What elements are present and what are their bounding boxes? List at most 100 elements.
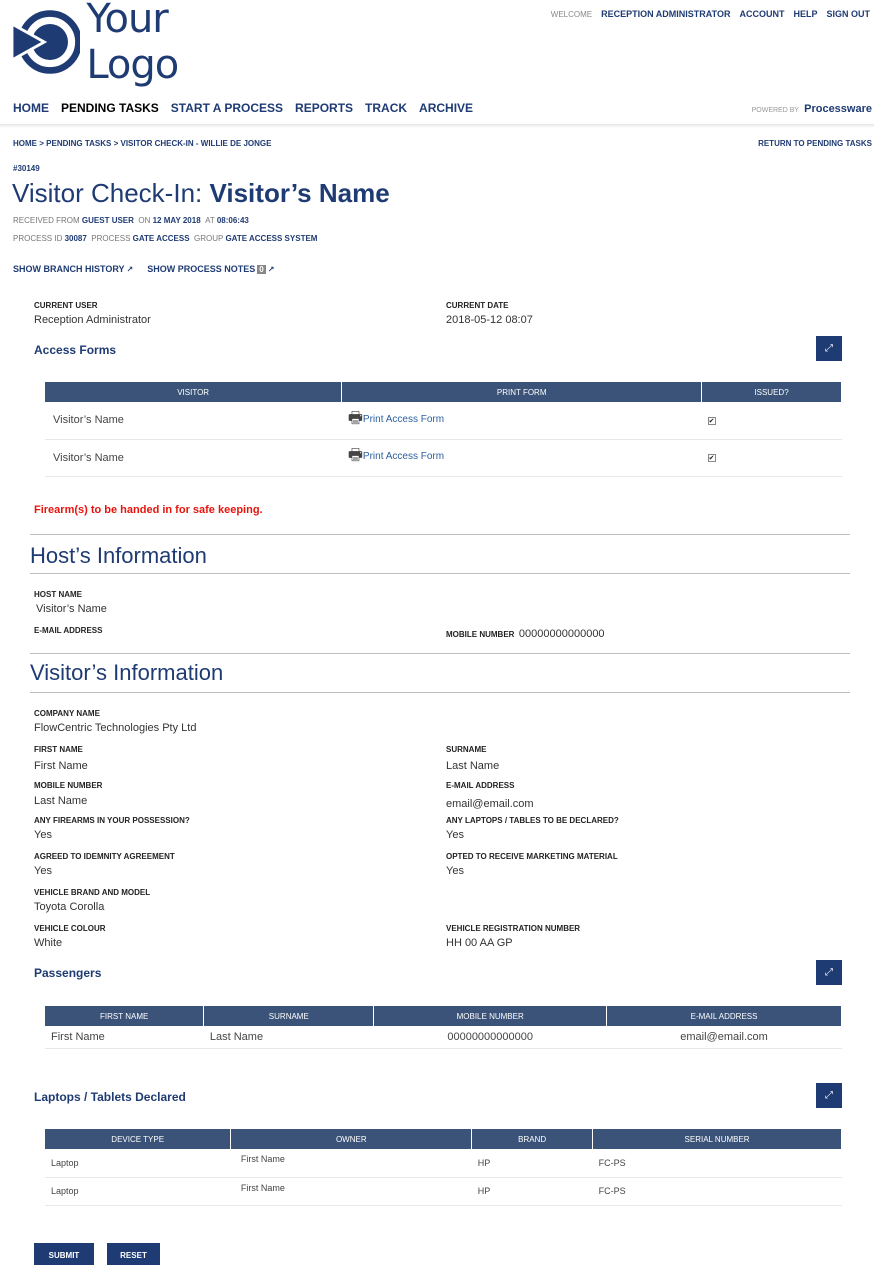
powered-by-label: POWERED BY xyxy=(751,107,800,114)
passenger-first-name-cell: First Name xyxy=(45,1026,204,1049)
column-header: MOBILE NUMBER xyxy=(373,1006,608,1026)
indemnity-label: AGREED TO IDEMNITY AGREEMENT xyxy=(34,852,175,861)
printer-icon: 🖶 xyxy=(347,409,363,427)
column-header: BRAND xyxy=(471,1129,594,1149)
firearms-value: Yes xyxy=(34,829,52,841)
top-bar: WELCOME RECEPTION ADMINISTRATOR ACCOUNT … xyxy=(551,9,870,19)
host-name-label: HOST NAME xyxy=(34,590,82,599)
column-header: DEVICE TYPE xyxy=(45,1129,232,1149)
column-header: SURNAME xyxy=(203,1006,375,1026)
vehicle-colour-label: VEHICLE COLOUR xyxy=(34,924,106,933)
laptops-declared-label: ANY LAPTOPS / TABLES TO BE DECLARED? xyxy=(446,816,619,825)
company-name-value: FlowCentric Technologies Pty Ltd xyxy=(34,722,197,734)
serial-number-cell: FC-PS xyxy=(592,1149,842,1178)
play-circle-icon xyxy=(12,10,81,74)
nav-track[interactable]: TRACK xyxy=(365,101,407,115)
column-header: E-MAIL ADDRESS xyxy=(606,1006,842,1026)
sign-out-link[interactable]: SIGN OUT xyxy=(826,9,870,19)
issued-checkbox[interactable]: ✔ xyxy=(707,416,716,425)
external-link-icon: ↗ xyxy=(267,265,275,274)
notes-count-badge: 0 xyxy=(257,265,266,274)
divider xyxy=(30,534,850,535)
return-to-pending-tasks-link[interactable]: RETURN TO PENDING TASKS xyxy=(758,139,872,148)
passenger-surname-cell: Last Name xyxy=(203,1026,374,1049)
reset-button[interactable]: RESET xyxy=(107,1243,160,1265)
host-mobile-label: MOBILE NUMBER xyxy=(446,630,515,639)
first-name-value: First Name xyxy=(34,760,88,772)
main-nav: HOME PENDING TASKS START A PROCESS REPOR… xyxy=(13,101,473,115)
first-name-label: FIRST NAME xyxy=(34,745,83,754)
passengers-title: Passengers xyxy=(34,966,102,980)
column-header: VISITOR xyxy=(45,382,343,402)
visitor-cell: Visitor’s Name xyxy=(45,402,342,440)
expand-passengers-button[interactable]: ⤢ xyxy=(816,960,842,985)
issued-checkbox[interactable]: ✔ xyxy=(707,454,716,462)
breadcrumb-home[interactable]: HOME xyxy=(13,139,37,148)
breadcrumb-current: VISITOR CHECK-IN - WILLIE DE JONGE xyxy=(120,139,272,148)
group-value: GATE ACCESS SYSTEM xyxy=(225,234,318,243)
process-id-label: PROCESS ID xyxy=(13,234,63,243)
nav-reports[interactable]: REPORTS xyxy=(295,101,353,115)
nav-archive[interactable]: ARCHIVE xyxy=(419,101,473,115)
task-links: SHOW BRANCH HISTORY ↗ SHOW PROCESS NOTES 0… xyxy=(13,264,274,274)
email-address-value: email@email.com xyxy=(446,798,534,810)
nav-pending-tasks[interactable]: PENDING TASKS xyxy=(61,101,159,115)
expand-access-forms-button[interactable]: ⤢ xyxy=(816,336,842,361)
print-access-form-link[interactable]: Print Access Form xyxy=(363,414,444,425)
table-row: Laptop First Name HP FC-PS xyxy=(45,1149,842,1178)
passenger-mobile-cell: 00000000000000 xyxy=(373,1026,607,1049)
divider xyxy=(30,692,850,693)
external-link-icon: ↗ xyxy=(126,265,134,274)
current-user-label: CURRENT USER xyxy=(34,301,98,310)
column-header: SERIAL NUMBER xyxy=(592,1129,842,1149)
host-mobile-value: 00000000000000 xyxy=(518,628,605,640)
vehicle-registration-value: HH 00 AA GP xyxy=(446,937,513,949)
print-cell: 🖶Print Access Form xyxy=(341,402,702,440)
visitor-cell: Visitor’s Name xyxy=(45,439,342,477)
nav-start-a-process[interactable]: START A PROCESS xyxy=(171,101,283,115)
received-from-value: GUEST USER xyxy=(81,216,134,225)
table-row: Visitor’s Name 🖶Print Access Form ✔ xyxy=(45,439,842,477)
vehicle-model-value: Toyota Corolla xyxy=(34,901,105,913)
visitor-information-title: Visitor’s Information xyxy=(30,660,224,685)
show-process-notes-link[interactable]: SHOW PROCESS NOTES 0 ↗ xyxy=(147,264,274,274)
print-access-form-link[interactable]: Print Access Form xyxy=(363,451,444,462)
current-user-link[interactable]: RECEPTION ADMINISTRATOR xyxy=(601,9,730,19)
expand-laptops-button[interactable]: ⤢ xyxy=(816,1083,842,1108)
laptops-title: Laptops / Tablets Declared xyxy=(34,1090,186,1104)
marketing-label: OPTED TO RECEIVE MARKETING MATERIAL xyxy=(446,852,618,861)
logo[interactable]: Your Logo xyxy=(12,0,262,88)
vehicle-model-label: VEHICLE BRAND AND MODEL xyxy=(34,888,151,897)
owner-cell: First Name xyxy=(230,1177,472,1206)
device-type-cell: Laptop xyxy=(45,1177,231,1206)
show-branch-history-link[interactable]: SHOW BRANCH HISTORY ↗ xyxy=(13,264,133,274)
powered-by: POWERED BY Processware xyxy=(752,103,872,115)
help-link[interactable]: HELP xyxy=(793,9,817,19)
laptops-table: DEVICE TYPE OWNER BRAND SERIAL NUMBER La… xyxy=(45,1129,842,1206)
current-user-value: Reception Administrator xyxy=(34,314,151,326)
issued-cell: ✔ xyxy=(701,402,842,440)
account-link[interactable]: ACCOUNT xyxy=(739,9,784,19)
firearms-label: ANY FIREARMS IN YOUR POSSESSION? xyxy=(34,816,190,825)
mobile-number-label: MOBILE NUMBER xyxy=(34,781,103,790)
column-header: PRINT FORM xyxy=(341,382,703,402)
show-branch-history-label: SHOW BRANCH HISTORY xyxy=(13,264,125,274)
process-meta: PROCESS ID 30087 PROCESS GATE ACCESS GRO… xyxy=(13,234,317,243)
show-process-notes-label: SHOW PROCESS NOTES xyxy=(147,264,256,274)
current-date-value: 2018-05-12 08:07 xyxy=(446,314,533,326)
surname-value: Last Name xyxy=(446,760,500,772)
logo-text: Your Logo xyxy=(86,0,179,88)
submit-button[interactable]: SUBMIT xyxy=(34,1243,94,1265)
task-reference: #30149 xyxy=(13,164,40,173)
nav-home[interactable]: HOME xyxy=(13,101,49,115)
breadcrumb-pending-tasks[interactable]: PENDING TASKS xyxy=(46,139,111,148)
received-time: 08:06:43 xyxy=(216,216,249,225)
at-label: AT xyxy=(205,216,215,225)
current-date-label: CURRENT DATE xyxy=(446,301,509,310)
indemnity-value: Yes xyxy=(34,865,52,877)
table-row: First Name Last Name 00000000000000 emai… xyxy=(45,1026,842,1049)
group-label: GROUP xyxy=(194,234,224,243)
passengers-table: FIRST NAME SURNAME MOBILE NUMBER E-MAIL … xyxy=(45,1006,842,1049)
passenger-email-cell: email@email.com xyxy=(606,1026,842,1049)
vehicle-colour-value: White xyxy=(34,937,63,949)
